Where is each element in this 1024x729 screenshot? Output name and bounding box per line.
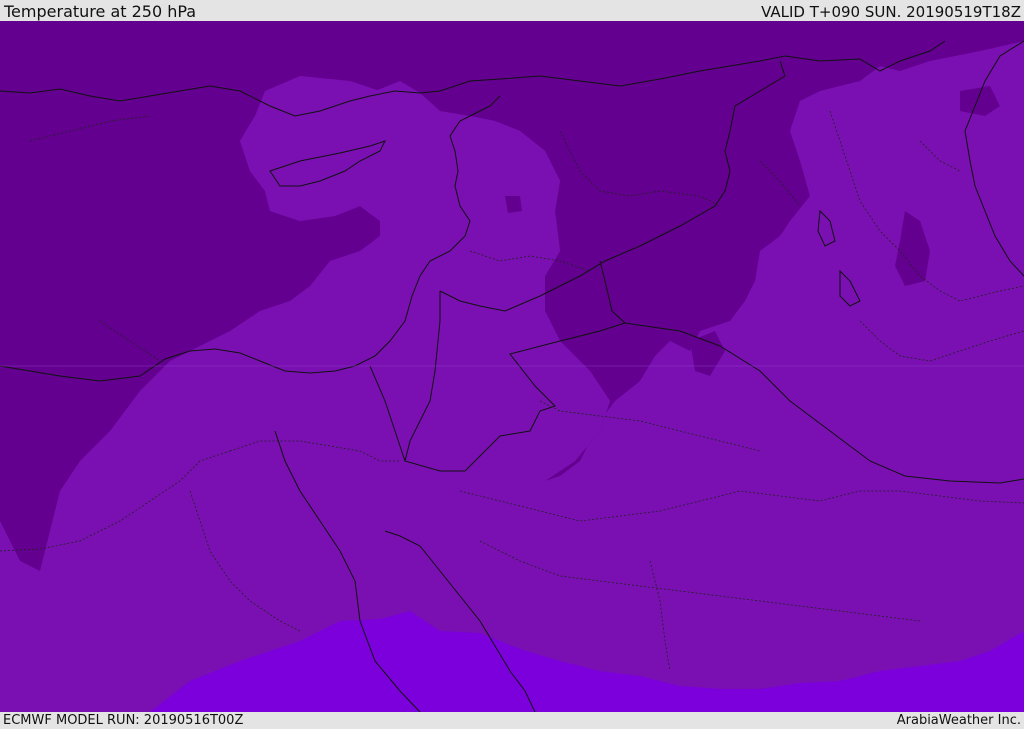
map-title: Temperature at 250 hPa (4, 2, 197, 21)
model-run-label: ECMWF MODEL RUN: 20190516T00Z (3, 713, 244, 728)
map-canvas[interactable] (0, 21, 1024, 712)
valid-time-label: VALID T+090 SUN. 20190519T18Z (761, 3, 1021, 21)
header-bar: Temperature at 250 hPa VALID T+090 SUN. … (0, 0, 1024, 21)
weather-map-frame: Temperature at 250 hPa VALID T+090 SUN. … (0, 0, 1024, 729)
credit-label: ArabiaWeather Inc. (896, 713, 1021, 728)
footer-bar: ECMWF MODEL RUN: 20190516T00Z ArabiaWeat… (0, 712, 1024, 729)
